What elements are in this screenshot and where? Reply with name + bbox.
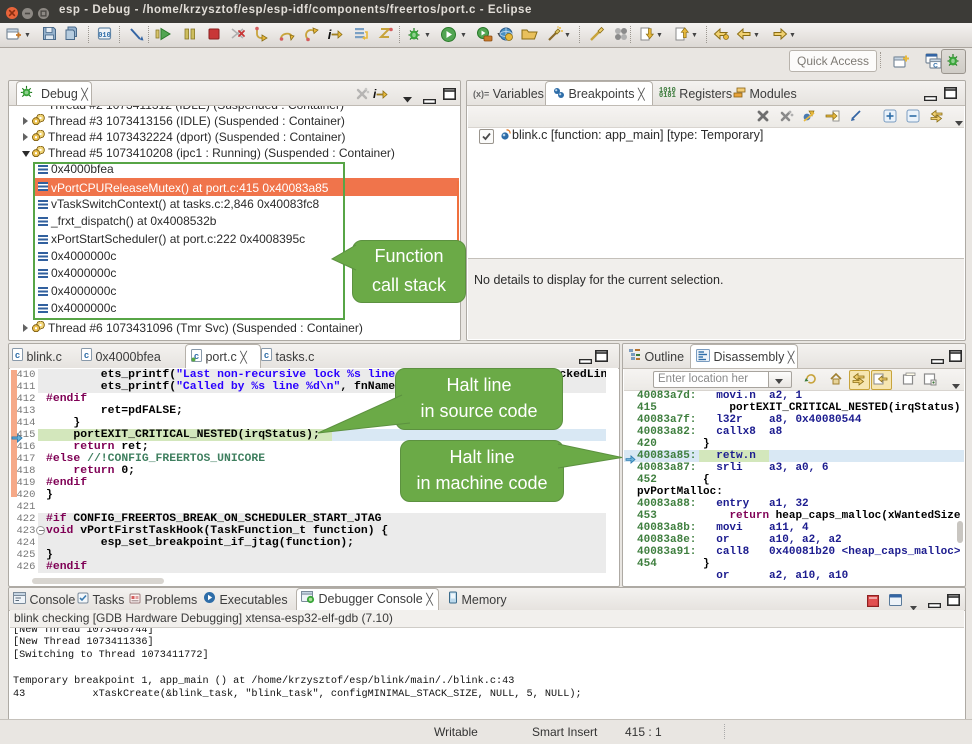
svg-text:c: c (15, 350, 20, 360)
svg-text:c: c (264, 350, 269, 360)
svg-text:c: c (84, 350, 89, 360)
svg-text:010: 010 (98, 32, 111, 40)
svg-text:C: C (933, 63, 938, 70)
